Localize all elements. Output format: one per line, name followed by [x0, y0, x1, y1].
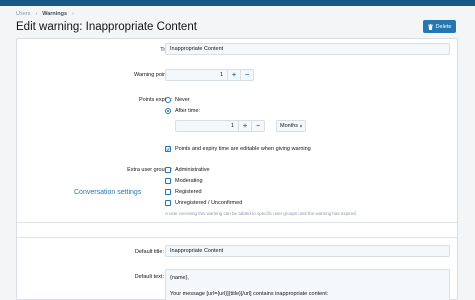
- group-unregistered-option[interactable]: Unregistered / Unconfirmed: [165, 200, 242, 206]
- editable-label: Points and expiry time are editable when…: [175, 146, 311, 152]
- default-text-textarea[interactable]: {name}, Your message [url={url}]{title}[…: [165, 269, 450, 300]
- expiry-after-option[interactable]: After time:: [165, 108, 200, 114]
- group-moderating-option[interactable]: Moderating: [165, 178, 203, 184]
- expiry-never-label: Never: [175, 97, 190, 103]
- default-text-line: {name},: [170, 275, 189, 281]
- default-title-input[interactable]: Inappropriate Content: [165, 245, 450, 257]
- breadcrumb-separator: ›: [35, 11, 38, 17]
- warning-points-decrease-button[interactable]: −: [241, 69, 254, 81]
- page-title: Edit warning: Inappropriate Content: [16, 21, 197, 33]
- plus-icon: +: [242, 122, 248, 130]
- minus-icon: −: [244, 71, 250, 79]
- warning-points-input[interactable]: 1: [165, 69, 228, 81]
- default-title-label: Default title:: [134, 249, 164, 255]
- expiry-amount-stepper: 1 + −: [175, 120, 265, 132]
- editable-when-giving-option[interactable]: Points and expiry time are editable when…: [165, 146, 311, 152]
- group-moderating-checkbox[interactable]: [165, 178, 171, 184]
- group-unregistered-checkbox[interactable]: [165, 200, 171, 206]
- group-registered-checkbox[interactable]: [165, 189, 171, 195]
- expiry-amount-input[interactable]: 1: [175, 120, 239, 132]
- expiry-amount-increase-button[interactable]: +: [239, 120, 252, 132]
- updown-arrow-icon: [300, 124, 302, 128]
- trash-icon: [427, 23, 433, 30]
- minus-icon: −: [255, 122, 261, 130]
- editable-checkbox[interactable]: [165, 146, 171, 152]
- expiry-unit-value: Months: [280, 123, 299, 129]
- group-unregistered-label: Unregistered / Unconfirmed: [175, 200, 243, 206]
- group-moderating-label: Moderating: [175, 178, 203, 184]
- group-administrative-label: Administrative: [175, 167, 210, 173]
- section-divider: [17, 222, 457, 223]
- plus-icon: +: [231, 71, 237, 79]
- expiry-unit-select[interactable]: Months: [276, 120, 306, 132]
- breadcrumb-users[interactable]: Users: [16, 11, 30, 17]
- breadcrumb-separator: ›: [72, 11, 74, 17]
- warning-points-stepper: 1 + −: [165, 69, 254, 81]
- top-nav-bar: [0, 0, 475, 6]
- delete-button-label: Delete: [435, 23, 452, 30]
- group-administrative-option[interactable]: Administrative: [165, 167, 210, 173]
- edit-warning-form: Title: Inappropriate Content Warning poi…: [16, 38, 458, 300]
- expiry-after-label: After time:: [175, 108, 201, 114]
- extra-groups-hint: A user receiving this warning can be add…: [165, 211, 357, 216]
- radio-never[interactable]: [165, 97, 171, 103]
- breadcrumb: Users › Warnings ›: [16, 11, 79, 17]
- group-registered-label: Registered: [175, 189, 202, 195]
- default-text-line: Your message [url={url}]{title}[/url] co…: [170, 291, 329, 297]
- group-administrative-checkbox[interactable]: [165, 167, 171, 173]
- warning-points-increase-button[interactable]: +: [228, 69, 241, 81]
- title-input[interactable]: Inappropriate Content: [165, 43, 450, 55]
- breadcrumb-warnings[interactable]: Warnings: [42, 11, 67, 17]
- default-text-label: Default text:: [134, 274, 164, 280]
- delete-button[interactable]: Delete: [423, 20, 456, 33]
- group-registered-option[interactable]: Registered: [165, 189, 202, 195]
- expiry-amount-decrease-button[interactable]: −: [252, 120, 265, 132]
- expiry-never-option[interactable]: Never: [165, 97, 190, 103]
- conversation-settings-heading: Conversation settings: [74, 189, 142, 196]
- checkmark-icon: [166, 147, 170, 151]
- section-divider: [17, 237, 457, 238]
- radio-after-time[interactable]: [165, 108, 171, 114]
